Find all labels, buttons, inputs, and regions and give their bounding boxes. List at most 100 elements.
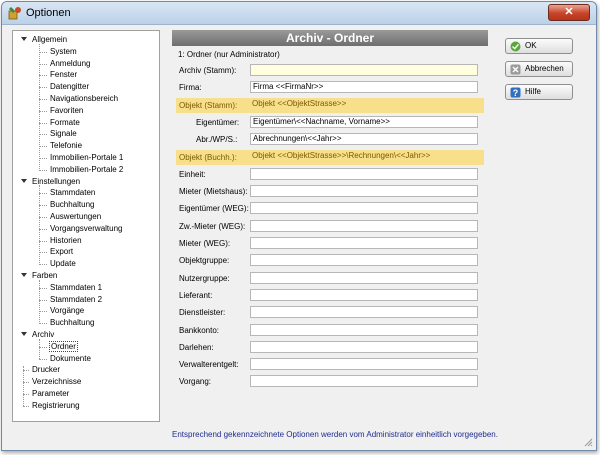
tree-item[interactable]: Datengitter (49, 81, 90, 92)
tree-item[interactable]: System (49, 46, 78, 57)
path-field[interactable]: Firma <<FirmaNr>> (250, 81, 478, 94)
tree-item-label: Auswertungen (50, 212, 102, 221)
tree-item[interactable]: Immobilien-Portale 1 (49, 152, 124, 163)
path-field[interactable] (250, 167, 478, 180)
field-label: Abr./WP/S.: (196, 135, 238, 145)
tree-item-label: Datengitter (50, 82, 90, 92)
ok-button-label: OK (525, 41, 537, 50)
tree-item-label: Vorgänge (50, 306, 85, 316)
tree-item[interactable]: Dokumente (49, 353, 92, 364)
field-label: Dienstleister: (179, 308, 226, 318)
tree-item[interactable]: Stammdaten 1 (49, 282, 103, 293)
field-label: Mieter (Mietshaus): (179, 187, 248, 197)
tree-item[interactable]: Formate (49, 117, 81, 128)
options-tree[interactable]: Allgemein System Anmeldung Fenster Datengitt… (12, 30, 160, 422)
tree-item[interactable]: Registrierung (31, 400, 81, 411)
path-field[interactable] (250, 288, 478, 301)
tree-item[interactable]: Signale (49, 128, 78, 139)
form-row: Archiv (Stamm): (176, 63, 484, 78)
tree-item[interactable]: Fenster (49, 69, 78, 80)
tree-item[interactable]: Farben (31, 270, 58, 281)
field-label: Objekt (Buchh.): (179, 152, 237, 162)
tree-connector (39, 134, 47, 136)
tree-item[interactable]: Parameter (31, 388, 70, 399)
tree-item[interactable]: Vorgänge (49, 305, 85, 316)
tree-item[interactable]: Vorgangsverwaltung (49, 223, 124, 234)
title-bar[interactable]: Optionen ✕ (2, 2, 596, 25)
tree-item-label: Navigationsbereich (50, 94, 119, 103)
tree-item[interactable]: Archiv (31, 329, 55, 340)
path-field[interactable] (250, 202, 478, 215)
path-field[interactable] (250, 185, 478, 198)
tree-item-label: Anmeldung (50, 58, 91, 68)
path-field[interactable] (250, 358, 478, 371)
path-field[interactable] (250, 219, 478, 232)
options-window: Optionen ✕ Allgemein System Anmeldung Fenst… (1, 1, 597, 451)
path-field[interactable] (250, 237, 478, 249)
expand-triangle-icon[interactable] (21, 332, 27, 336)
tree-connector (39, 279, 40, 324)
tree-item[interactable]: Allgemein (31, 34, 68, 45)
tree-item[interactable]: Auswertungen (49, 211, 102, 222)
form-row: Dienstleister: (176, 305, 484, 320)
tree-item[interactable]: Drucker (31, 364, 61, 375)
form-row: Einheit: (176, 167, 484, 182)
tree-item[interactable]: Buchhaltung (49, 199, 95, 210)
path-field[interactable]: Abrechnungen\<<Jahr>> (250, 133, 478, 146)
form-row: Vorgang: (176, 374, 484, 389)
form-row: Objekt (Stamm): Objekt <<ObjektStrasse>> (176, 97, 484, 113)
tree-connector (39, 63, 47, 65)
tree-item[interactable]: Favoriten (49, 105, 84, 116)
tree-item[interactable]: Immobilien-Portale 2 (49, 164, 124, 175)
tree-item[interactable]: Stammdaten 2 (49, 294, 103, 305)
path-field[interactable]: Eigentümer\<<Nachname, Vorname>> (250, 115, 478, 128)
tree-item[interactable]: Export (49, 246, 74, 257)
tree-item[interactable]: Buchhaltung (49, 317, 95, 328)
help-button[interactable]: ? Hilfe (505, 84, 573, 100)
tree-item[interactable]: Verzeichnisse (31, 376, 82, 387)
tree-connector (39, 264, 47, 266)
path-field[interactable] (250, 306, 478, 319)
tree-item-label: Signale (50, 129, 77, 139)
path-field[interactable] (250, 254, 478, 267)
tree-item-label: Ordner (49, 340, 78, 352)
page-title: Archiv - Ordner (172, 30, 488, 46)
help-button-label: Hilfe (525, 87, 542, 96)
field-label: Zw.-Mieter (WEG): (179, 221, 246, 231)
tree-item[interactable]: Update (49, 258, 77, 269)
path-field[interactable] (250, 271, 478, 284)
ok-button[interactable]: OK (505, 38, 573, 54)
path-field[interactable] (250, 323, 478, 336)
tree-item[interactable]: Historien (49, 235, 83, 246)
expand-triangle-icon[interactable] (21, 37, 27, 41)
tree-item[interactable]: Telefonie (49, 140, 83, 151)
field-label: Lieferant: (179, 290, 213, 300)
expand-triangle-icon[interactable] (21, 178, 27, 183)
field-label: Eigentümer: (196, 117, 240, 127)
expand-triangle-icon[interactable] (21, 273, 27, 277)
window-title: Optionen (26, 7, 71, 19)
tree-connector (23, 405, 29, 407)
tree-item[interactable]: Anmeldung (49, 58, 91, 69)
tree-item[interactable]: Stammdaten (49, 187, 96, 198)
tree-item-label: Immobilien-Portale 2 (50, 164, 124, 174)
tree-item-label: Verzeichnisse (32, 377, 82, 387)
form-row: Mieter (Mietshaus): (176, 184, 484, 199)
footer-note: Entsprechend gekennzeichnete Optionen we… (172, 430, 498, 439)
tree-item-label: Favoriten (50, 105, 84, 115)
path-field[interactable] (250, 340, 478, 353)
resize-grip-icon[interactable] (583, 437, 593, 447)
tree-item[interactable]: Ordner (49, 340, 78, 352)
field-label: Archiv (Stamm): (179, 66, 237, 75)
path-field[interactable] (250, 64, 478, 76)
tree-connector (39, 75, 47, 77)
tree-connector (39, 110, 47, 112)
tree-connector (39, 193, 47, 195)
tree-item[interactable]: Navigationsbereich (49, 93, 119, 104)
path-field[interactable] (250, 375, 478, 388)
close-button[interactable]: ✕ (548, 4, 590, 21)
form-row: Abr./WP/S.: Abrechnungen\<<Jahr>> (176, 132, 484, 147)
tree-item-label: Stammdaten 1 (50, 282, 103, 292)
cancel-button[interactable]: Abbrechen (505, 61, 573, 77)
tree-item-label: Export (50, 247, 74, 257)
